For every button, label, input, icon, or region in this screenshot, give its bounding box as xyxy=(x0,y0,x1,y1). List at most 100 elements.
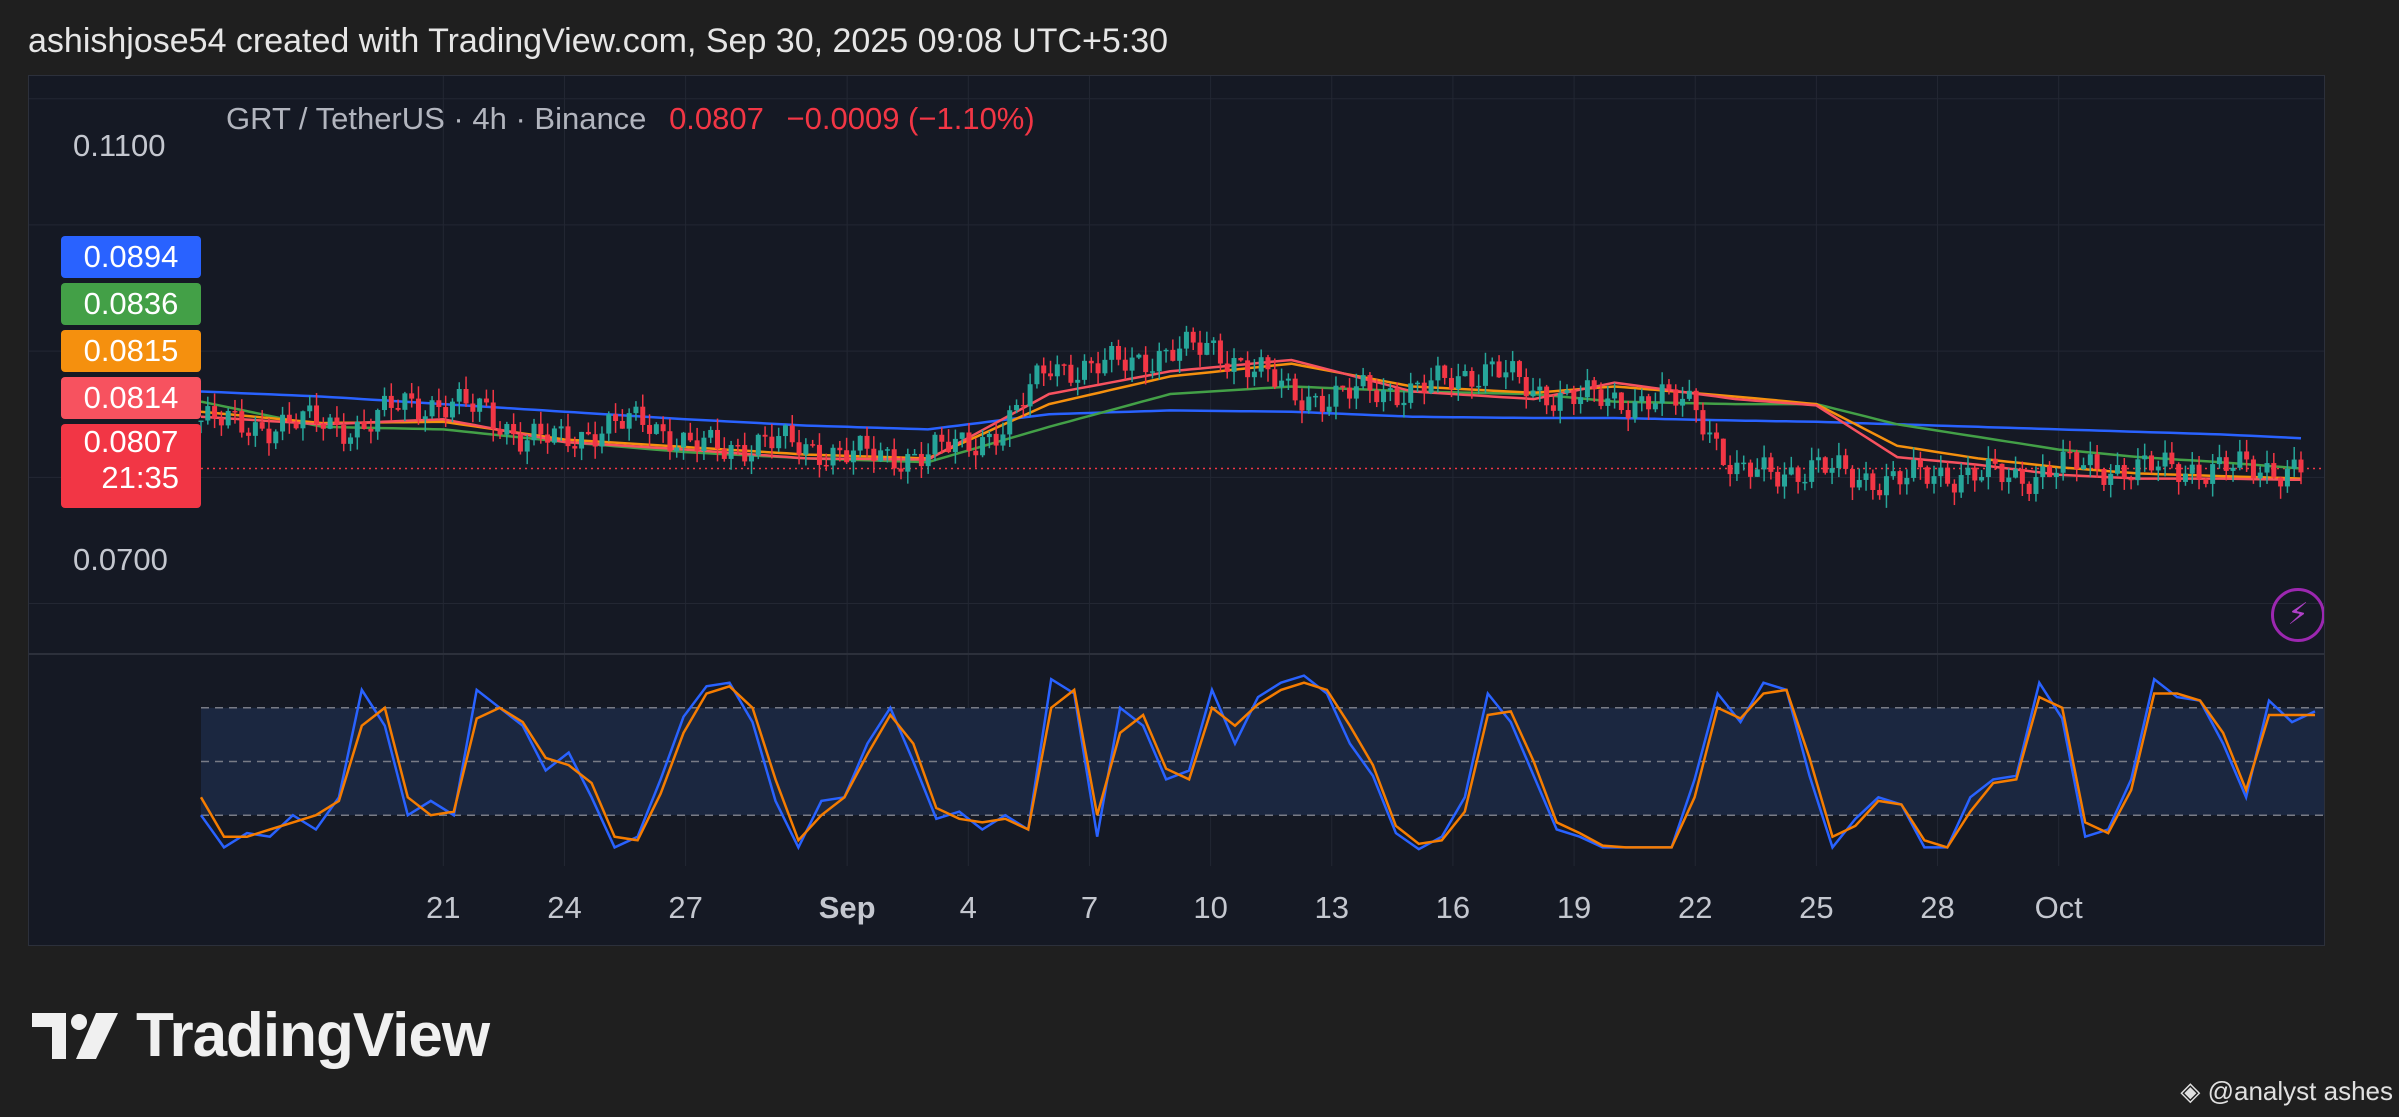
chart-canvas[interactable] xyxy=(29,76,2325,946)
candle-body xyxy=(1211,340,1217,343)
candle-body xyxy=(1122,359,1128,371)
candle-body xyxy=(952,438,958,453)
candle-body xyxy=(850,450,856,463)
candle-body xyxy=(2189,464,2195,474)
candle-body xyxy=(497,428,503,435)
candle-body xyxy=(1041,365,1047,374)
candle-body xyxy=(769,436,775,449)
candle-body xyxy=(1075,379,1081,383)
candle-body xyxy=(1408,383,1414,403)
candle-body xyxy=(613,414,619,421)
y-tick-label: 0.1100 xyxy=(73,128,166,163)
candle-body xyxy=(1292,378,1298,401)
lightning-icon[interactable]: ⚡ xyxy=(2271,588,2324,642)
candle-body xyxy=(354,421,360,438)
candle-body xyxy=(456,388,462,402)
candle-body xyxy=(483,398,489,403)
candle-body xyxy=(585,431,591,435)
candle-body xyxy=(205,406,211,421)
candle-body xyxy=(1435,365,1441,381)
candle-body xyxy=(1550,405,1556,411)
candle-body xyxy=(898,468,904,472)
candle-body xyxy=(1972,467,1978,481)
candle-body xyxy=(232,411,238,413)
candle-body xyxy=(1048,373,1054,377)
candle-body xyxy=(348,437,354,444)
candle-body xyxy=(2237,451,2243,468)
candle-body xyxy=(1421,382,1427,393)
candle-body xyxy=(2210,464,2216,484)
candle-body xyxy=(708,429,714,438)
candle-body xyxy=(1836,455,1842,469)
candle-body xyxy=(266,428,272,444)
candle-body xyxy=(789,425,795,443)
candle-body xyxy=(1727,464,1733,475)
x-tick-label: 27 xyxy=(668,890,703,925)
candle-body xyxy=(531,423,537,441)
candle-body xyxy=(1353,386,1359,399)
candle-body xyxy=(1632,401,1638,419)
candle-body xyxy=(327,417,333,429)
last-price-tag: 0.0807 xyxy=(83,424,179,459)
candle-body xyxy=(1544,386,1550,406)
candle-body xyxy=(490,402,496,429)
candle-body xyxy=(681,432,687,448)
candle-body xyxy=(748,455,754,462)
candle-body xyxy=(1904,477,1910,485)
candle-body xyxy=(1095,363,1101,374)
candle-body xyxy=(1951,483,1957,493)
candle-body xyxy=(776,436,782,449)
candle-body xyxy=(2298,459,2304,473)
candle-body xyxy=(1245,360,1251,378)
candle-body xyxy=(878,450,884,462)
candle-body xyxy=(1061,364,1067,366)
candle-body xyxy=(1510,361,1516,373)
candle-body xyxy=(2040,466,2046,478)
candle-body xyxy=(966,432,972,451)
candle-body xyxy=(463,388,469,404)
candle-body xyxy=(422,416,428,420)
candle-body xyxy=(307,405,313,412)
candle-body xyxy=(1843,455,1849,469)
candle-body xyxy=(1455,376,1461,390)
candle-body xyxy=(2182,473,2188,482)
candle-body xyxy=(1686,390,1692,399)
candle-body xyxy=(1822,457,1828,473)
candle-body xyxy=(1917,459,1923,468)
candle-body xyxy=(986,433,992,438)
chart-panel[interactable]: GRT / TetherUS · 4h · Binance 0.0807 −0.… xyxy=(28,75,2325,946)
candle-body xyxy=(1415,382,1421,385)
x-tick-label: 16 xyxy=(1435,890,1471,925)
credit-text: @analyst ashes xyxy=(2207,1076,2393,1106)
candle-body xyxy=(470,403,476,412)
candle-body xyxy=(1007,410,1013,435)
candle-body xyxy=(626,413,632,429)
candle-body xyxy=(1503,372,1509,378)
price-tag-red-ma: 0.0814 xyxy=(61,377,201,419)
candle-body xyxy=(1129,357,1135,371)
candle-body xyxy=(334,417,340,425)
candle-body xyxy=(1741,462,1747,465)
candle-body xyxy=(647,424,653,434)
candle-body xyxy=(619,420,625,429)
candle-body xyxy=(1965,467,1971,476)
candle-body xyxy=(2162,452,2168,467)
candle-body xyxy=(2271,463,2277,478)
price-tag-green-ma: 0.0836 xyxy=(61,283,201,325)
candle-body xyxy=(429,400,435,417)
brand-name: TradingView xyxy=(136,1001,490,1070)
candle-body xyxy=(1714,432,1720,439)
candle-body xyxy=(1618,392,1624,411)
candle-body xyxy=(517,434,523,452)
candle-body xyxy=(286,414,292,423)
candle-body xyxy=(375,410,381,432)
candle-body xyxy=(1591,380,1597,390)
candle-body xyxy=(660,424,666,432)
candle-body xyxy=(715,429,721,449)
candle-body xyxy=(1109,345,1115,360)
candle-body xyxy=(1795,467,1801,482)
candle-body xyxy=(1761,457,1767,470)
candle-body xyxy=(1238,357,1244,361)
candle-body xyxy=(1945,467,1951,484)
x-tick-label: Oct xyxy=(2034,890,2083,925)
